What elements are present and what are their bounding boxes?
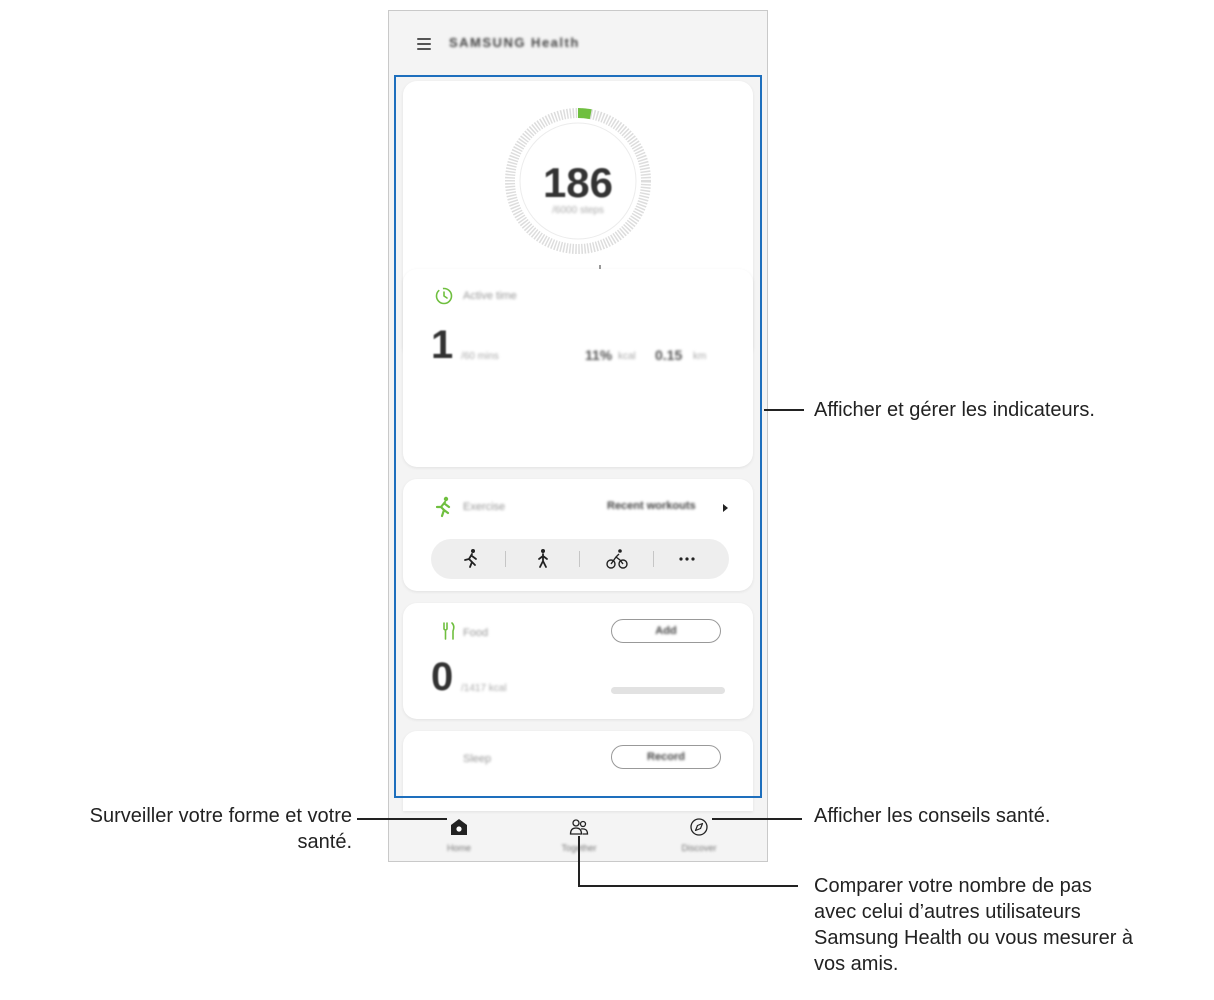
callout-line-together-v bbox=[578, 836, 580, 886]
nav-discover-label: Discover bbox=[681, 843, 717, 853]
callout-together-line1: Comparer votre nombre de pas bbox=[814, 875, 1092, 897]
indicators-highlight bbox=[394, 75, 762, 798]
app-title: SAMSUNG Health bbox=[449, 35, 580, 50]
compass-icon bbox=[690, 818, 708, 836]
callout-indicators: Afficher et gérer les indicateurs. bbox=[814, 399, 1095, 421]
nav-home-label: Home bbox=[446, 843, 471, 853]
callout-home-line2: santé. bbox=[297, 831, 352, 853]
callout-line-home bbox=[357, 818, 447, 820]
app-bar: SAMSUNG Health bbox=[389, 11, 767, 77]
callout-line-discover bbox=[712, 818, 802, 820]
callout-together-line3: Samsung Health ou vous mesurer à bbox=[814, 927, 1134, 949]
callout-line-indicators bbox=[764, 409, 804, 411]
menu-icon[interactable] bbox=[417, 38, 431, 50]
callout-home-line1: Surveiller votre forme et votre bbox=[89, 805, 352, 827]
callout-line-together-h bbox=[578, 885, 798, 887]
callout-together: Comparer votre nombre de pas avec celui … bbox=[814, 873, 1210, 977]
callout-discover: Afficher les conseils santé. bbox=[814, 805, 1051, 827]
callout-home: Surveiller votre forme et votre santé. bbox=[6, 803, 352, 855]
callout-together-line4: vos amis. bbox=[814, 953, 899, 975]
people-icon bbox=[569, 819, 589, 835]
home-icon bbox=[451, 819, 467, 835]
callout-together-line2: avec celui d’autres utilisateurs bbox=[814, 901, 1081, 923]
